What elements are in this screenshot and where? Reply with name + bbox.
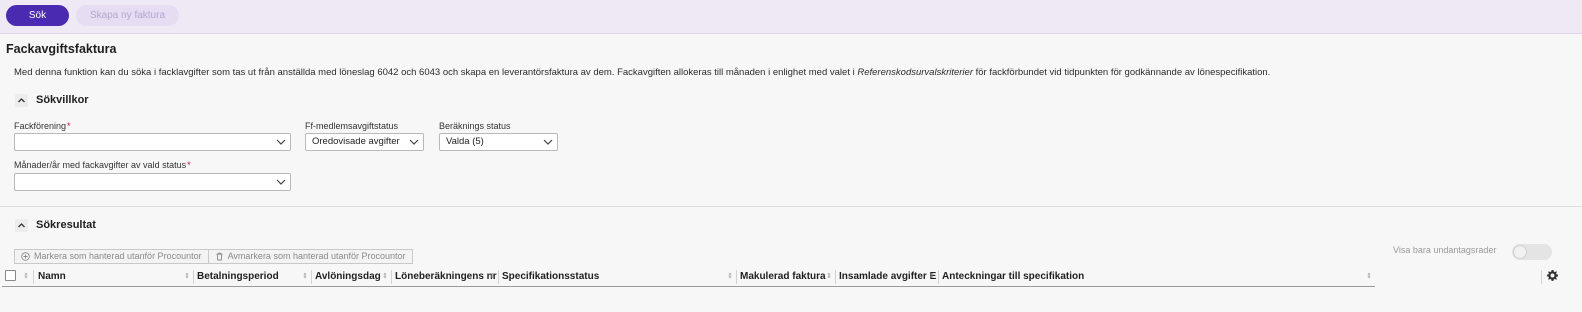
required-marker: * [187,160,191,170]
mark-handled-label: Markera som hanterad utanför Procountor [34,251,202,261]
chevron-down-icon [543,139,553,145]
trash-icon [216,252,223,261]
column-separator [1541,270,1542,284]
chevron-down-icon [276,139,286,145]
results-section-title: Sökresultat [36,219,96,231]
mark-handled-button[interactable]: Markera som hanterad utanför Procountor [14,249,209,264]
column-header-collected-fees[interactable]: Insamlade avgifter E ⇕ [835,267,938,286]
description-text-end: för fackförbundet vid tidpunkten för god… [972,67,1271,78]
months-select[interactable] [14,173,291,191]
page-title: Fackavgiftsfaktura [6,42,117,56]
section-divider [0,206,1582,207]
collapse-criteria-icon[interactable] [15,94,28,107]
search-button[interactable]: Sök [6,5,69,26]
months-label: Månader/år med fackavgifter av vald stat… [14,160,191,170]
page-description: Med denna funktion kan du söka i facklav… [14,67,1270,78]
collapse-results-icon[interactable] [15,219,28,232]
results-table-header: ⇕ Namn ⇕ Betalningsperiod ⇕ Avlöningsdag ⇕ … [2,267,1375,287]
toggle-knob [1513,245,1527,259]
column-header-payday[interactable]: Avlöningsdag ⇕ [311,267,391,286]
exceptions-toggle[interactable] [1512,244,1552,260]
member-status-select[interactable]: Oredovisade avgifter [305,133,424,151]
calc-status-select[interactable]: Valda (5) [439,133,558,151]
column-header-payroll-number[interactable]: Löneberäkningens nr ⇕ [391,267,498,286]
description-text: Med denna funktion kan du söka i facklav… [14,67,858,78]
create-invoice-button[interactable]: Skapa ny faktura [76,5,179,26]
required-marker: * [67,121,71,131]
plus-circle-icon [21,252,30,261]
unmark-handled-label: Avmarkera som hanterad utanför Procounto… [227,251,406,261]
top-toolbar: Sök Skapa ny faktura [0,0,1582,34]
description-link-text: Referenskodsurvalskriterier [857,67,973,78]
column-sort-handle[interactable]: ⇕ [16,267,32,286]
column-header-voided-invoice[interactable]: Makulerad faktura ⇕ [736,267,835,286]
column-header-name[interactable]: Namn ⇕ [34,267,193,286]
chevron-down-icon [409,139,419,145]
calc-status-label: Beräknings status [439,121,511,131]
results-action-bar: Markera som hanterad utanför Procountor … [14,249,413,264]
exceptions-toggle-label: Visa bara undantagsrader [1393,245,1497,255]
member-status-label: Ff-medlemsavgiftstatus [305,121,399,131]
union-select[interactable] [14,133,291,151]
union-label: Fackförening* [14,121,71,131]
column-header-payment-period[interactable]: Betalningsperiod ⇕ [193,267,311,286]
criteria-section-title: Sökvillkor [36,94,89,106]
unmark-handled-button[interactable]: Avmarkera som hanterad utanför Procounto… [208,249,413,264]
gear-icon[interactable] [1546,269,1559,282]
chevron-down-icon [276,179,286,185]
column-header-spec-status[interactable]: Specifikationsstatus ⇕ [498,267,736,286]
column-header-spec-notes[interactable]: Anteckningar till specifikation ⇕ [938,267,1375,286]
